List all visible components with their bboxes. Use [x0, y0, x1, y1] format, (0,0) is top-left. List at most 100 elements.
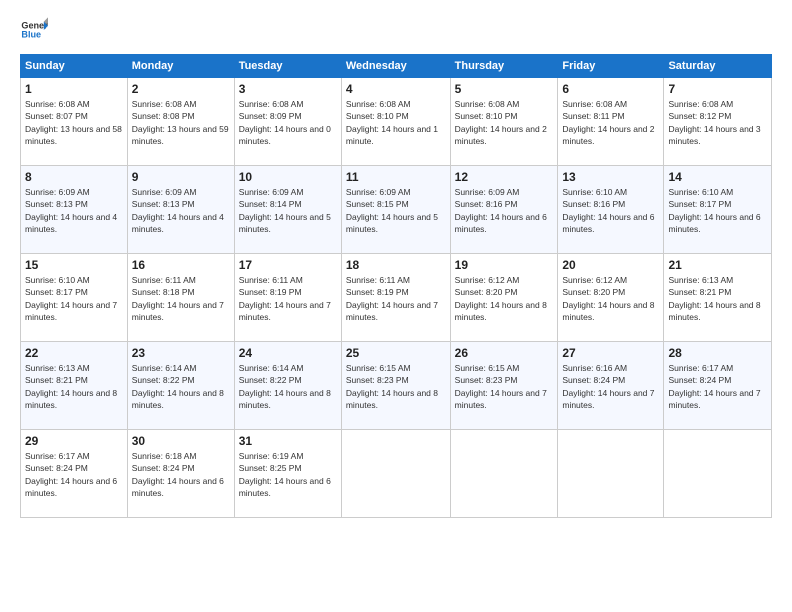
day-info: Sunrise: 6:08 AMSunset: 8:11 PMDaylight:…	[562, 98, 659, 147]
calendar-cell: 20 Sunrise: 6:12 AMSunset: 8:20 PMDaylig…	[558, 254, 664, 342]
calendar-cell: 4 Sunrise: 6:08 AMSunset: 8:10 PMDayligh…	[341, 78, 450, 166]
day-info: Sunrise: 6:12 AMSunset: 8:20 PMDaylight:…	[455, 274, 554, 323]
header-monday: Monday	[127, 55, 234, 78]
day-info: Sunrise: 6:14 AMSunset: 8:22 PMDaylight:…	[132, 362, 230, 411]
day-info: Sunrise: 6:13 AMSunset: 8:21 PMDaylight:…	[25, 362, 123, 411]
day-info: Sunrise: 6:09 AMSunset: 8:14 PMDaylight:…	[239, 186, 337, 235]
calendar-cell: 21 Sunrise: 6:13 AMSunset: 8:21 PMDaylig…	[664, 254, 772, 342]
calendar-cell: 31 Sunrise: 6:19 AMSunset: 8:25 PMDaylig…	[234, 430, 341, 518]
day-number: 30	[132, 434, 230, 448]
calendar-page: General Blue Sunday Monday Tuesday Wedne…	[0, 0, 792, 612]
weekday-header-row: Sunday Monday Tuesday Wednesday Thursday…	[21, 55, 772, 78]
calendar-cell: 8 Sunrise: 6:09 AMSunset: 8:13 PMDayligh…	[21, 166, 128, 254]
day-info: Sunrise: 6:11 AMSunset: 8:19 PMDaylight:…	[239, 274, 337, 323]
day-number: 6	[562, 82, 659, 96]
calendar-cell: 22 Sunrise: 6:13 AMSunset: 8:21 PMDaylig…	[21, 342, 128, 430]
day-info: Sunrise: 6:08 AMSunset: 8:08 PMDaylight:…	[132, 98, 230, 147]
day-info: Sunrise: 6:11 AMSunset: 8:19 PMDaylight:…	[346, 274, 446, 323]
calendar-cell	[664, 430, 772, 518]
calendar-cell: 23 Sunrise: 6:14 AMSunset: 8:22 PMDaylig…	[127, 342, 234, 430]
day-number: 24	[239, 346, 337, 360]
svg-text:Blue: Blue	[21, 30, 41, 40]
day-info: Sunrise: 6:12 AMSunset: 8:20 PMDaylight:…	[562, 274, 659, 323]
day-info: Sunrise: 6:15 AMSunset: 8:23 PMDaylight:…	[455, 362, 554, 411]
calendar-cell: 12 Sunrise: 6:09 AMSunset: 8:16 PMDaylig…	[450, 166, 558, 254]
day-number: 22	[25, 346, 123, 360]
calendar-cell	[341, 430, 450, 518]
day-number: 26	[455, 346, 554, 360]
day-number: 1	[25, 82, 123, 96]
day-number: 19	[455, 258, 554, 272]
day-number: 18	[346, 258, 446, 272]
day-number: 13	[562, 170, 659, 184]
header-tuesday: Tuesday	[234, 55, 341, 78]
day-number: 5	[455, 82, 554, 96]
calendar-cell: 1 Sunrise: 6:08 AMSunset: 8:07 PMDayligh…	[21, 78, 128, 166]
page-header: General Blue	[20, 16, 772, 44]
day-info: Sunrise: 6:08 AMSunset: 8:12 PMDaylight:…	[668, 98, 767, 147]
header-friday: Friday	[558, 55, 664, 78]
day-number: 15	[25, 258, 123, 272]
day-number: 8	[25, 170, 123, 184]
header-sunday: Sunday	[21, 55, 128, 78]
calendar-row-5: 29 Sunrise: 6:17 AMSunset: 8:24 PMDaylig…	[21, 430, 772, 518]
day-info: Sunrise: 6:15 AMSunset: 8:23 PMDaylight:…	[346, 362, 446, 411]
day-info: Sunrise: 6:10 AMSunset: 8:17 PMDaylight:…	[25, 274, 123, 323]
calendar-row-4: 22 Sunrise: 6:13 AMSunset: 8:21 PMDaylig…	[21, 342, 772, 430]
day-info: Sunrise: 6:17 AMSunset: 8:24 PMDaylight:…	[25, 450, 123, 499]
calendar-cell: 9 Sunrise: 6:09 AMSunset: 8:13 PMDayligh…	[127, 166, 234, 254]
day-info: Sunrise: 6:11 AMSunset: 8:18 PMDaylight:…	[132, 274, 230, 323]
day-info: Sunrise: 6:09 AMSunset: 8:13 PMDaylight:…	[132, 186, 230, 235]
day-number: 11	[346, 170, 446, 184]
calendar-cell: 11 Sunrise: 6:09 AMSunset: 8:15 PMDaylig…	[341, 166, 450, 254]
calendar-cell: 28 Sunrise: 6:17 AMSunset: 8:24 PMDaylig…	[664, 342, 772, 430]
day-info: Sunrise: 6:08 AMSunset: 8:10 PMDaylight:…	[455, 98, 554, 147]
calendar-cell: 7 Sunrise: 6:08 AMSunset: 8:12 PMDayligh…	[664, 78, 772, 166]
calendar-cell: 5 Sunrise: 6:08 AMSunset: 8:10 PMDayligh…	[450, 78, 558, 166]
day-number: 29	[25, 434, 123, 448]
header-wednesday: Wednesday	[341, 55, 450, 78]
calendar-cell: 6 Sunrise: 6:08 AMSunset: 8:11 PMDayligh…	[558, 78, 664, 166]
day-info: Sunrise: 6:08 AMSunset: 8:09 PMDaylight:…	[239, 98, 337, 147]
day-number: 14	[668, 170, 767, 184]
day-number: 12	[455, 170, 554, 184]
day-info: Sunrise: 6:13 AMSunset: 8:21 PMDaylight:…	[668, 274, 767, 323]
day-number: 2	[132, 82, 230, 96]
day-number: 9	[132, 170, 230, 184]
day-info: Sunrise: 6:10 AMSunset: 8:16 PMDaylight:…	[562, 186, 659, 235]
logo-icon: General Blue	[20, 16, 48, 44]
calendar-cell: 3 Sunrise: 6:08 AMSunset: 8:09 PMDayligh…	[234, 78, 341, 166]
day-info: Sunrise: 6:19 AMSunset: 8:25 PMDaylight:…	[239, 450, 337, 499]
day-number: 21	[668, 258, 767, 272]
day-info: Sunrise: 6:18 AMSunset: 8:24 PMDaylight:…	[132, 450, 230, 499]
day-number: 28	[668, 346, 767, 360]
calendar-cell: 30 Sunrise: 6:18 AMSunset: 8:24 PMDaylig…	[127, 430, 234, 518]
calendar-cell: 16 Sunrise: 6:11 AMSunset: 8:18 PMDaylig…	[127, 254, 234, 342]
calendar-cell	[450, 430, 558, 518]
calendar-cell: 2 Sunrise: 6:08 AMSunset: 8:08 PMDayligh…	[127, 78, 234, 166]
day-info: Sunrise: 6:09 AMSunset: 8:15 PMDaylight:…	[346, 186, 446, 235]
calendar-cell: 15 Sunrise: 6:10 AMSunset: 8:17 PMDaylig…	[21, 254, 128, 342]
day-number: 25	[346, 346, 446, 360]
calendar-cell: 17 Sunrise: 6:11 AMSunset: 8:19 PMDaylig…	[234, 254, 341, 342]
logo: General Blue	[20, 16, 48, 44]
header-thursday: Thursday	[450, 55, 558, 78]
day-number: 27	[562, 346, 659, 360]
day-number: 4	[346, 82, 446, 96]
day-number: 10	[239, 170, 337, 184]
calendar-cell: 13 Sunrise: 6:10 AMSunset: 8:16 PMDaylig…	[558, 166, 664, 254]
day-info: Sunrise: 6:08 AMSunset: 8:07 PMDaylight:…	[25, 98, 123, 147]
calendar-row-1: 1 Sunrise: 6:08 AMSunset: 8:07 PMDayligh…	[21, 78, 772, 166]
day-info: Sunrise: 6:17 AMSunset: 8:24 PMDaylight:…	[668, 362, 767, 411]
day-info: Sunrise: 6:08 AMSunset: 8:10 PMDaylight:…	[346, 98, 446, 147]
calendar-cell: 25 Sunrise: 6:15 AMSunset: 8:23 PMDaylig…	[341, 342, 450, 430]
day-number: 7	[668, 82, 767, 96]
calendar-cell: 14 Sunrise: 6:10 AMSunset: 8:17 PMDaylig…	[664, 166, 772, 254]
calendar-cell	[558, 430, 664, 518]
calendar-cell: 24 Sunrise: 6:14 AMSunset: 8:22 PMDaylig…	[234, 342, 341, 430]
calendar-table: Sunday Monday Tuesday Wednesday Thursday…	[20, 54, 772, 518]
day-number: 23	[132, 346, 230, 360]
day-info: Sunrise: 6:14 AMSunset: 8:22 PMDaylight:…	[239, 362, 337, 411]
calendar-cell: 29 Sunrise: 6:17 AMSunset: 8:24 PMDaylig…	[21, 430, 128, 518]
day-info: Sunrise: 6:09 AMSunset: 8:16 PMDaylight:…	[455, 186, 554, 235]
